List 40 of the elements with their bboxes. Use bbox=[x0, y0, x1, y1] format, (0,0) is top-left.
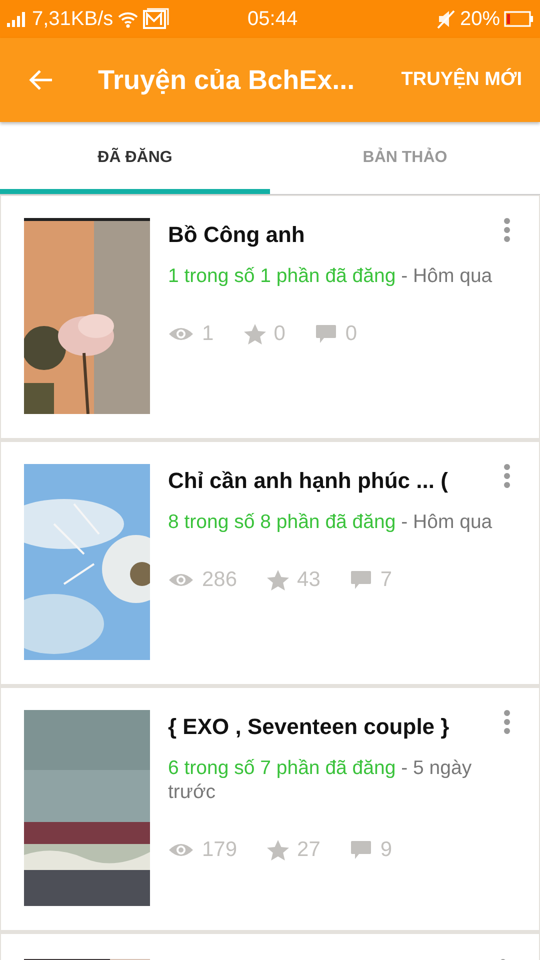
story-title: Bồ Công anh bbox=[168, 222, 305, 248]
story-card[interactable]: Bồ Công anh 1 trong số 1 phần đã đăng - Hôm qua 1 0 0 bbox=[1, 196, 539, 438]
battery-icon bbox=[504, 11, 534, 27]
story-card[interactable]: { EXO , Seventeen couple } 6 trong số 7 phần đã đăng - 5 ngày trước 179 27 9 bbox=[1, 688, 539, 930]
comment-icon bbox=[350, 570, 372, 590]
view-count: 179 bbox=[202, 838, 238, 862]
comment-icon bbox=[315, 324, 338, 344]
vote-count: 27 bbox=[297, 838, 320, 862]
more-icon bbox=[503, 464, 511, 488]
vote-count: 0 bbox=[274, 322, 286, 346]
star-icon bbox=[244, 324, 266, 344]
network-speed: 7,31KB/s bbox=[32, 8, 114, 30]
comment-count: 0 bbox=[345, 322, 358, 346]
view-count: 1 bbox=[202, 322, 214, 346]
back-arrow-icon bbox=[28, 69, 54, 91]
muted-speaker-icon bbox=[436, 9, 456, 29]
eye-icon bbox=[168, 842, 194, 858]
battery-percent: 20% bbox=[460, 8, 500, 30]
signal-icon bbox=[6, 11, 28, 27]
story-status: 8 trong số 8 phần đã đăng - Hôm qua bbox=[168, 510, 494, 534]
eye-icon bbox=[168, 572, 194, 588]
story-title: { EXO , Seventeen couple } bbox=[168, 714, 450, 740]
toolbar-title: Truyện của BchEx... bbox=[98, 64, 355, 96]
eye-icon bbox=[168, 326, 194, 342]
view-count: 286 bbox=[202, 568, 238, 592]
star-icon bbox=[267, 570, 290, 590]
clock-time: 05:44 bbox=[248, 8, 298, 30]
mail-icon bbox=[143, 8, 170, 30]
comment-icon bbox=[350, 840, 372, 860]
comment-count: 7 bbox=[380, 568, 392, 592]
story-status: 6 trong số 7 phần đã đăng - 5 ngày trước bbox=[168, 756, 473, 804]
star-icon bbox=[267, 840, 290, 860]
wifi-icon bbox=[117, 10, 140, 28]
comment-count: 9 bbox=[380, 838, 392, 862]
more-icon bbox=[503, 218, 511, 242]
vote-count: 43 bbox=[297, 568, 320, 592]
more-icon bbox=[503, 710, 511, 734]
story-card[interactable]: Chỉ cần anh hạnh phúc ... ( 8 trong số 8 phần đã đăng - Hôm qua 286 43 7 bbox=[1, 442, 539, 684]
story-status: 1 trong số 1 phần đã đăng - Hôm qua bbox=[168, 264, 494, 288]
story-title: Chỉ cần anh hạnh phúc ... ( bbox=[168, 468, 448, 494]
